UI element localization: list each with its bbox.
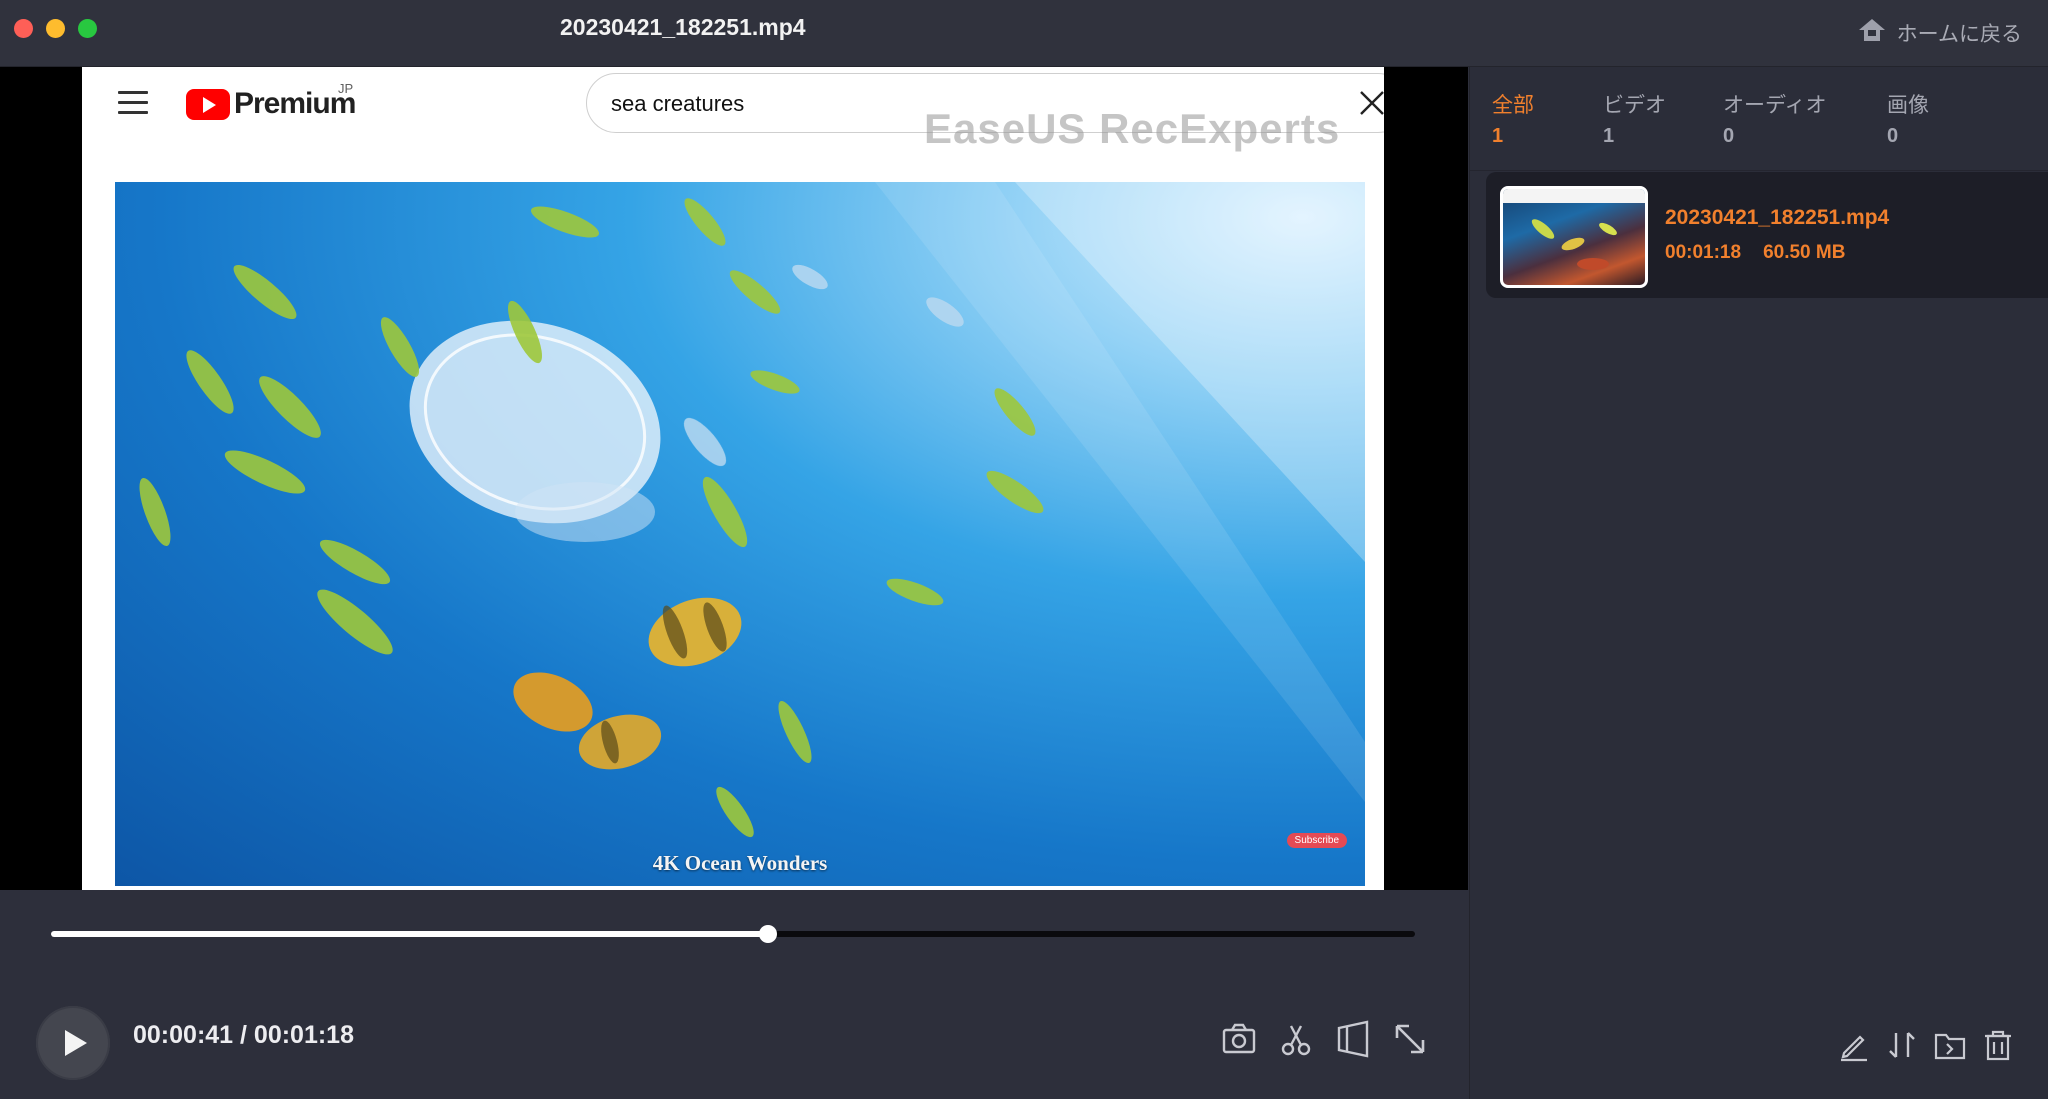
- ocean-scene-image: [139, 182, 1365, 838]
- tab-count: 0: [1887, 125, 1899, 147]
- zoom-window-button[interactable]: [78, 19, 97, 38]
- tab-count: 1: [1492, 125, 1504, 147]
- progress-fill: [51, 931, 769, 937]
- watermark: EaseUS RecExperts: [924, 105, 1341, 152]
- expand-icon[interactable]: [1391, 1020, 1429, 1058]
- minimize-window-button[interactable]: [46, 19, 65, 38]
- video-frame: Premium JP sea creatures EaseUS RecExper…: [82, 67, 1384, 890]
- divider: [1470, 170, 2048, 171]
- youtube-logo: Premium: [186, 87, 356, 121]
- pen-icon[interactable]: [1836, 1027, 1872, 1063]
- tab-label: 全部: [1492, 94, 1534, 117]
- title-bar: 20230421_182251.mp4 ホームに戻る: [0, 0, 2048, 67]
- home-label: ホームに戻る: [1896, 23, 2022, 46]
- progress-slider[interactable]: [51, 925, 1415, 943]
- recorded-search-text: sea creatures: [611, 91, 745, 116]
- recording-list-item[interactable]: 20230421_182251.mp4 00:01:18 60.50 MB: [1486, 172, 2048, 298]
- close-window-button[interactable]: [14, 19, 33, 38]
- recordings-panel: 全部 1 ビデオ 1 オーディオ 0 画像 0 20230421_182251.…: [1469, 67, 2048, 1099]
- tab-image[interactable]: 画像 0: [1887, 89, 1929, 148]
- trash-icon[interactable]: [1980, 1027, 2016, 1063]
- play-button[interactable]: [36, 1006, 110, 1080]
- video-player[interactable]: Premium JP sea creatures EaseUS RecExper…: [0, 67, 1468, 890]
- tab-label: 画像: [1887, 94, 1929, 117]
- recording-duration: 00:01:18: [1665, 242, 1742, 263]
- progress-handle[interactable]: [759, 925, 778, 943]
- home-icon: [1857, 16, 1887, 50]
- recording-thumbnail: [1500, 186, 1648, 288]
- time-display: 00:00:41 / 00:01:18: [133, 1021, 354, 1049]
- recording-file-name: 20230421_182251.mp4: [1665, 206, 1890, 229]
- recording-meta: 00:01:18 60.50 MB: [1665, 242, 1845, 264]
- region-label: JP: [338, 81, 354, 96]
- recording-size: 60.50 MB: [1763, 242, 1846, 263]
- folder-icon[interactable]: [1932, 1027, 1968, 1063]
- tab-count: 0: [1723, 125, 1735, 147]
- youtube-play-icon: [186, 88, 230, 120]
- playback-controls: 00:00:41 / 00:01:18: [0, 890, 1468, 1099]
- sort-icon[interactable]: [1884, 1027, 1920, 1063]
- tab-audio[interactable]: オーディオ 0: [1723, 89, 1827, 148]
- file-toolbar: [1836, 1027, 2016, 1067]
- tab-all[interactable]: 全部 1: [1492, 89, 1534, 148]
- crop-icon[interactable]: [1334, 1020, 1372, 1058]
- subscribe-badge: Subscribe: [1286, 833, 1347, 848]
- home-button[interactable]: ホームに戻る: [1857, 16, 2022, 50]
- video-title: 4K Ocean Wonders: [652, 851, 828, 875]
- tab-label: オーディオ: [1723, 94, 1827, 117]
- window-title: 20230421_182251.mp4: [560, 14, 806, 40]
- tab-count: 1: [1603, 125, 1615, 147]
- clear-search-icon: [1360, 91, 1384, 115]
- tab-label: ビデオ: [1603, 94, 1666, 117]
- hamburger-menu-icon: [118, 91, 148, 121]
- tab-video[interactable]: ビデオ 1: [1603, 89, 1666, 148]
- scissors-icon[interactable]: [1277, 1020, 1315, 1058]
- video-content: 4K Ocean Wonders Subscribe: [115, 182, 1365, 886]
- camera-icon[interactable]: [1220, 1020, 1258, 1058]
